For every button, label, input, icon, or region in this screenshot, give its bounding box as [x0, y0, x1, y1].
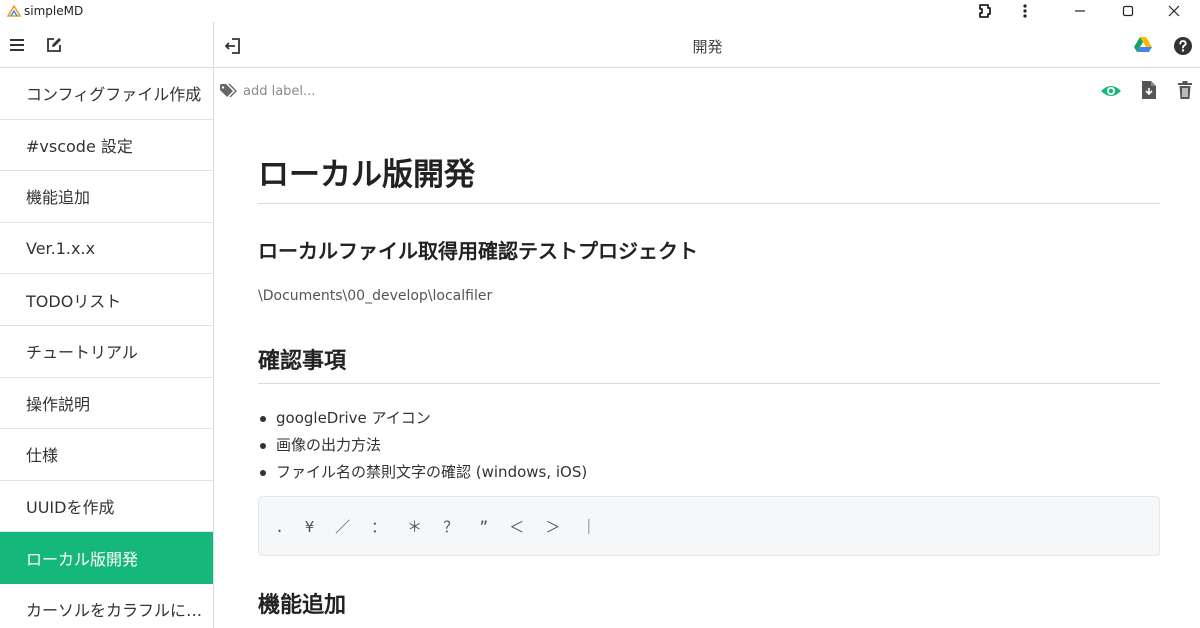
note-list: コンフィグファイル作成 #vscode 設定 機能追加 Ver.1.x.x TO… [0, 68, 213, 628]
note-list-item[interactable]: 機能追加 [0, 171, 213, 223]
more-options-button[interactable] [1005, 0, 1045, 22]
export-file-icon[interactable] [1140, 80, 1158, 100]
preview-eye-icon[interactable] [1100, 81, 1122, 101]
close-button[interactable] [1154, 0, 1194, 22]
note-title: カーソルをカラフルにする [26, 601, 207, 621]
maximize-icon [1122, 5, 1134, 17]
sidebar: コンフィグファイル作成 #vscode 設定 機能追加 Ver.1.x.x TO… [0, 22, 214, 628]
google-drive-icon[interactable] [1133, 36, 1153, 54]
note-list-item-active[interactable]: ローカル版開発 [0, 532, 213, 584]
heading-2: 機能追加 [258, 593, 347, 618]
help-icon[interactable] [1173, 36, 1193, 56]
bullet-item: googleDrive アイコン [258, 405, 587, 432]
path-paragraph: \Documents\00_develop\localfiler [258, 288, 493, 304]
heading-2: 確認事項 [258, 349, 347, 374]
heading-divider [258, 203, 1160, 204]
note-folder-title: 開発 [692, 38, 723, 56]
note-list-item[interactable]: チュートリアル [0, 326, 213, 378]
new-note-icon[interactable] [45, 36, 63, 54]
close-icon [1168, 5, 1180, 17]
note-list-item[interactable]: UUIDを作成 [0, 481, 213, 533]
app-logo-icon [6, 4, 22, 17]
tag-icon [220, 83, 237, 98]
note-list-item[interactable]: TODOリスト [0, 274, 213, 326]
add-label-input[interactable] [243, 81, 543, 101]
app-title: simpleMD [24, 4, 84, 18]
puzzle-icon [979, 4, 991, 18]
title-bar: simpleMD [0, 0, 1200, 22]
note-title: チュートリアル [26, 343, 138, 363]
bullet-item: 画像の出力方法 [258, 432, 587, 459]
note-list-item[interactable]: 仕様 [0, 429, 213, 481]
hamburger-menu-icon[interactable] [8, 36, 26, 54]
note-list-item[interactable]: 操作説明 [0, 378, 213, 430]
note-title: 仕様 [26, 446, 59, 466]
bullet-item: ファイル名の禁則文字の確認 (windows, iOS) [258, 459, 587, 486]
note-title: Ver.1.x.x [26, 238, 96, 258]
note-list-item[interactable]: カーソルをカラフルにする [0, 584, 213, 628]
note-title: ローカル版開発 [26, 549, 139, 569]
sidebar-toolbar [0, 22, 213, 68]
markdown-preview: ローカル版開発 ローカルファイル取得用確認テストプロジェクト \Document… [258, 113, 1160, 628]
extensions-button[interactable] [965, 0, 1005, 22]
note-title: TODOリスト [26, 291, 122, 311]
heading-1: ローカル版開発 [258, 157, 475, 193]
note-list-item[interactable]: #vscode 設定 [0, 120, 213, 172]
minimize-button[interactable] [1060, 0, 1100, 22]
minimize-icon [1075, 10, 1085, 12]
note-title: コンフィグファイル作成 [26, 85, 202, 105]
note-title: #vscode 設定 [26, 136, 133, 156]
kebab-menu-icon [1023, 4, 1027, 18]
bullet-list: googleDrive アイコン 画像の出力方法 ファイル名の禁則文字の確認 (… [258, 405, 587, 486]
note-title: 操作説明 [26, 394, 91, 414]
note-title: UUIDを作成 [26, 498, 115, 518]
code-block: . ¥ ／ ： ＊ ？ ” ＜ ＞ ｜ [258, 496, 1160, 556]
heading-3: ローカルファイル取得用確認テストプロジェクト [258, 239, 698, 263]
editor-header: 開発 [215, 22, 1200, 68]
note-title: 機能追加 [26, 188, 91, 208]
note-list-item[interactable]: コンフィグファイル作成 [0, 68, 213, 120]
heading-divider [258, 383, 1160, 384]
note-list-item[interactable]: Ver.1.x.x [0, 223, 213, 275]
maximize-button[interactable] [1108, 0, 1148, 22]
label-toolbar [215, 69, 1200, 113]
trash-icon[interactable] [1176, 80, 1194, 100]
